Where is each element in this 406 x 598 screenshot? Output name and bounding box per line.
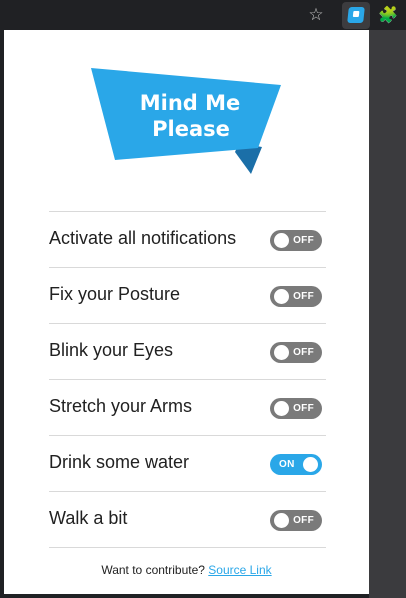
mind-me-please-extension-icon: [347, 7, 365, 23]
toggle-knob: [274, 513, 289, 528]
setting-row-drink-water: Drink some water ON: [49, 435, 326, 491]
toggle-state-text: ON: [279, 459, 295, 470]
logo-line-2: Please: [152, 117, 230, 141]
footer: Want to contribute? Source Link: [4, 563, 369, 577]
toggle-walk[interactable]: OFF: [270, 510, 322, 531]
footer-text: Want to contribute?: [101, 563, 209, 577]
toggle-knob: [274, 289, 289, 304]
setting-label: Blink your Eyes: [49, 340, 174, 360]
setting-label: Drink some water: [49, 452, 190, 472]
toggle-state-text: OFF: [293, 235, 314, 246]
extension-popup: Mind Me Please Activate all notification…: [4, 30, 369, 594]
setting-row-stretch-arms: Stretch your Arms OFF: [49, 379, 326, 435]
browser-page-background: [369, 30, 406, 598]
logo-line-1: Mind Me: [140, 91, 241, 115]
toggle-stretch-arms[interactable]: OFF: [270, 398, 322, 419]
notification-settings-list: Activate all notifications OFF Fix your …: [49, 211, 326, 548]
toggle-state-text: OFF: [293, 347, 314, 358]
toggle-state-text: OFF: [293, 291, 314, 302]
mind-me-please-logo: Mind Me Please: [91, 68, 281, 174]
puzzle-icon[interactable]: 🧩: [377, 5, 399, 25]
toggle-knob: [274, 401, 289, 416]
toggle-all-notifications[interactable]: OFF: [270, 230, 322, 251]
toggle-state-text: OFF: [293, 403, 314, 414]
setting-label: Walk a bit: [49, 508, 128, 528]
toggle-blink-eyes[interactable]: OFF: [270, 342, 322, 363]
source-link[interactable]: Source Link: [208, 563, 271, 577]
setting-row-posture: Fix your Posture OFF: [49, 267, 326, 323]
toggle-knob: [274, 233, 289, 248]
toggle-drink-water[interactable]: ON: [270, 454, 322, 475]
setting-row-blink-eyes: Blink your Eyes OFF: [49, 323, 326, 379]
setting-row-walk: Walk a bit OFF: [49, 491, 326, 548]
browser-toolbar: ☆ 🧩: [0, 0, 406, 30]
setting-label: Fix your Posture: [49, 284, 181, 304]
setting-label: Stretch your Arms: [49, 396, 193, 416]
extension-button[interactable]: [342, 2, 370, 29]
setting-row-all-notifications: Activate all notifications OFF: [49, 211, 326, 267]
star-icon[interactable]: ☆: [305, 5, 327, 25]
toggle-posture[interactable]: OFF: [270, 286, 322, 307]
toggle-state-text: OFF: [293, 515, 314, 526]
toggle-knob: [303, 457, 318, 472]
toggle-knob: [274, 345, 289, 360]
setting-label: Activate all notifications: [49, 228, 237, 248]
